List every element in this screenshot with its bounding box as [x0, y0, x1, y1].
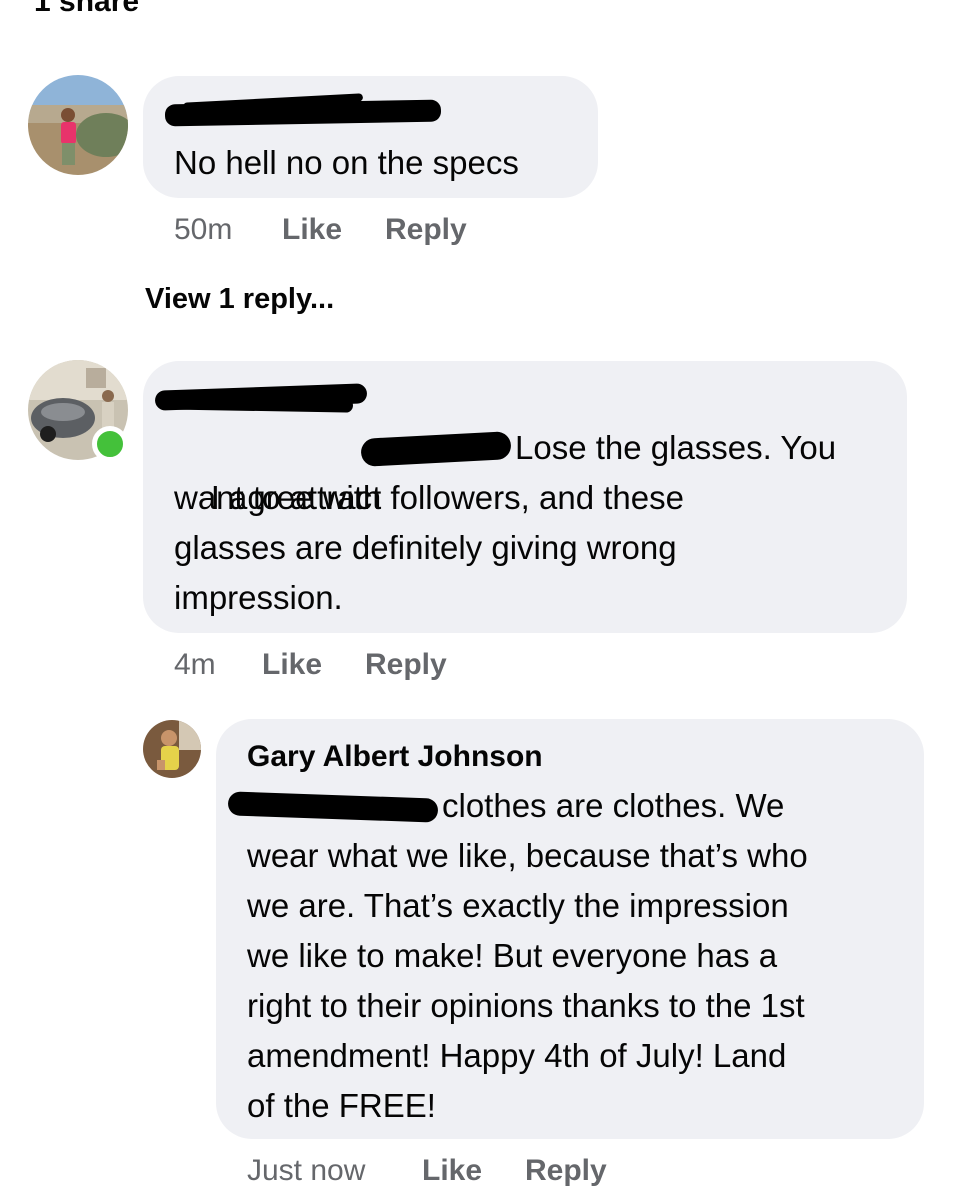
reply-button[interactable]: Reply	[525, 1153, 607, 1189]
like-button[interactable]: Like	[282, 212, 342, 248]
like-button[interactable]: Like	[422, 1153, 482, 1189]
reply-meta: Just now Like Reply	[247, 1153, 667, 1189]
reply-bubble: Gary Albert Johnson clothes are clothes.…	[216, 719, 924, 1139]
reply-button[interactable]: Reply	[365, 647, 447, 683]
comment-meta: 4m Like Reply	[174, 647, 574, 683]
comment-text-body: want to attract followers, and these gla…	[174, 479, 684, 616]
like-button[interactable]: Like	[262, 647, 322, 683]
comment-text: No hell no on the specs	[174, 144, 519, 181]
comment-bubble: I agree with Lose the glasses. You want …	[143, 361, 907, 633]
comment-timestamp: 50m	[174, 213, 233, 246]
share-count[interactable]: 1 share	[34, 0, 139, 20]
comment-meta: 50m Like Reply	[174, 212, 574, 248]
reply-author-avatar[interactable]	[143, 720, 201, 778]
comment-bubble: No hell no on the specs	[143, 76, 598, 198]
redacted-mention	[227, 791, 439, 823]
redacted-author-name-scribble	[162, 395, 354, 413]
view-replies-link[interactable]: View 1 reply...	[145, 283, 334, 316]
reply-text-first-line: clothes are clothes. We	[442, 787, 785, 824]
reply-author-name[interactable]: Gary Albert Johnson	[247, 740, 543, 774]
comment-text-after-mention: Lose the glasses. You	[515, 429, 837, 466]
comment-timestamp: 4m	[174, 648, 216, 681]
reply-text-body: wear what we like, because that’s who we…	[247, 837, 808, 1124]
online-status-indicator	[92, 426, 128, 462]
reply-timestamp: Just now	[247, 1154, 366, 1187]
reply-button[interactable]: Reply	[385, 212, 467, 248]
commenter-avatar[interactable]	[28, 75, 128, 175]
